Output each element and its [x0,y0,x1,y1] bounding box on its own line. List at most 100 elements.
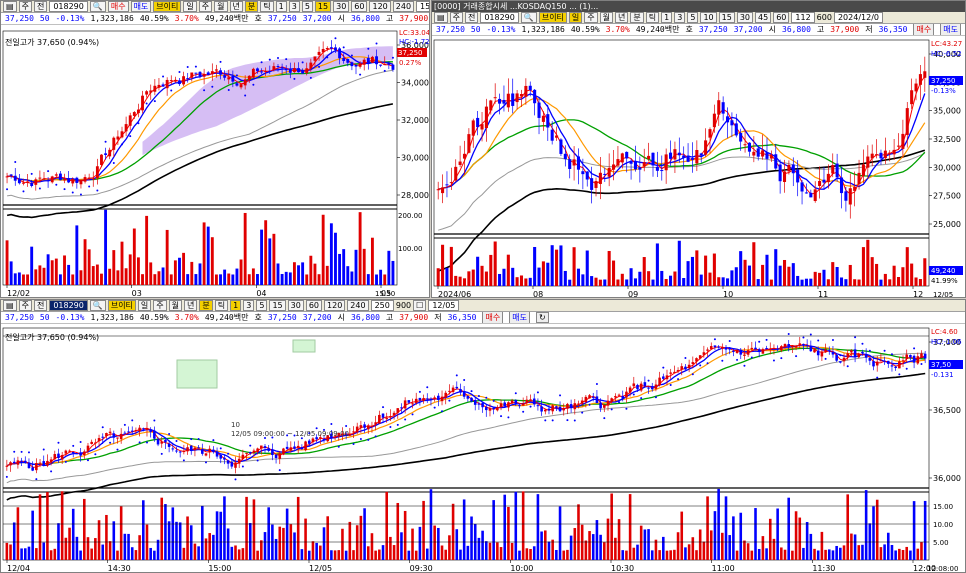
period-day[interactable]: 일 [183,1,197,12]
chart-panel-bottom[interactable]: ▤ 주 전 018290 🔍 브이티 일 주 월 년 분 틱 1 3 5 15 … [0,299,966,573]
candle-body [665,375,669,380]
stock-code-input[interactable]: 018290 [480,12,519,23]
interval-15[interactable]: 15 [314,1,332,12]
interval-45[interactable]: 45 [755,12,772,23]
interval-5[interactable]: 5 [301,1,313,12]
interval-1[interactable]: 1 [230,300,242,311]
psar-dot [359,73,362,76]
interval-60[interactable]: 60 [351,1,368,12]
interval-60[interactable]: 60 [773,12,790,23]
quote-volume: 1,323,186 [521,25,565,34]
chart-panel-topright[interactable]: [0000] 거래종합시세 ...KOSDAQ150 ... (1)... ▤ … [431,0,966,298]
period-tick[interactable]: 틱 [214,300,229,311]
interval-input[interactable]: 15 [416,1,429,12]
breet-button[interactable]: 브이티 [538,12,567,23]
sell-button[interactable]: 매도 [509,312,530,323]
interval-3[interactable]: 3 [674,12,686,23]
refresh-button[interactable]: ↻ [535,312,549,323]
volume-bar [387,250,391,285]
period-day[interactable]: 일 [568,12,583,23]
period-tick[interactable]: 틱 [260,1,274,12]
volume-bar [127,533,130,560]
count-input[interactable]: 250 [370,300,394,311]
period-min[interactable]: 분 [630,12,644,23]
sell-button[interactable]: 매도 [940,24,961,35]
interval-30[interactable]: 30 [736,12,754,23]
date-input[interactable]: 2024/12/0 [833,12,883,23]
period-day[interactable]: 일 [137,300,152,311]
date-input[interactable]: 12/05 [428,300,460,311]
chart-panel-topleft[interactable]: ▤ 주 전 018290 🔍 매수 매도 브이티 일 주 월 년 분 틱 1 3… [0,0,430,298]
interval-10[interactable]: 10 [700,12,717,23]
interval-15[interactable]: 15 [269,300,286,311]
stock-code-input[interactable]: 018290 [49,300,88,311]
stock-kind-select[interactable]: 주 [449,12,463,23]
search-icon[interactable]: 🔍 [89,300,106,311]
candle-body [470,397,473,402]
menu-icon[interactable]: ▤ [3,300,17,311]
interval-240[interactable]: 240 [347,300,369,311]
candle-body [503,402,507,407]
period-month[interactable]: 월 [168,300,183,311]
menu-icon[interactable]: ▤ [3,1,17,12]
interval-15[interactable]: 15 [718,12,735,23]
interval-60[interactable]: 60 [305,300,323,311]
interval-1[interactable]: 1 [275,1,287,12]
period-week[interactable]: 주 [153,300,167,311]
period-min[interactable]: 분 [199,300,213,311]
volume-bar [296,496,300,560]
period-year[interactable]: 년 [229,1,243,12]
candle-body [690,158,694,160]
breet-button[interactable]: 브이티 [107,300,136,311]
quote-amount: 49,240백만 [635,25,680,34]
volume-bar [632,547,636,560]
buy-button[interactable]: 매수 [913,24,935,35]
menu-icon[interactable]: ▤ [434,12,448,23]
price-chart[interactable]: 40,00037,50035,00032,50030,00027,50025,0… [432,36,965,298]
period-min[interactable]: 분 [244,1,259,12]
stock-kind-select[interactable]: 주 [18,1,32,12]
stock-kind-select[interactable]: 주 [18,300,32,311]
all-button[interactable]: 전 [33,300,48,311]
checkbox-date[interactable]: ☐ [413,300,427,311]
period-year[interactable]: 년 [615,12,629,23]
interval-30[interactable]: 30 [287,300,304,311]
buy-button[interactable]: 매수 [482,312,504,323]
volume-bar [252,499,256,560]
sell-button[interactable]: 매도 [130,1,152,12]
search-icon[interactable]: 🔍 [89,1,106,12]
candle-body [138,427,141,432]
period-month[interactable]: 월 [214,1,228,12]
interval-3[interactable]: 3 [243,300,255,311]
candle-body [370,56,374,63]
interval-1[interactable]: 1 [661,12,673,23]
count-input[interactable]: 112 [791,12,815,23]
interval-5[interactable]: 5 [256,300,268,311]
price-chart[interactable]: 36,00034,00032,00030,00028,00012/02 03 04 0… [1,25,429,298]
period-week[interactable]: 주 [198,1,213,12]
volume-bar [712,253,716,286]
all-button[interactable]: 전 [33,1,48,12]
interval-5[interactable]: 5 [687,12,699,23]
period-year[interactable]: 년 [184,300,198,311]
candle-body [480,124,484,130]
interval-240[interactable]: 240 [392,1,415,12]
stock-code-input[interactable]: 018290 [49,1,88,12]
period-month[interactable]: 월 [599,12,614,23]
period-week[interactable]: 주 [584,12,598,23]
candle-body [116,136,120,140]
candle-body [433,397,436,399]
interval-120[interactable]: 120 [324,300,346,311]
buy-button[interactable]: 매수 [107,1,129,12]
search-icon[interactable]: 🔍 [520,12,537,23]
interval-30[interactable]: 30 [333,1,350,12]
volume-bar [20,548,23,560]
candle-body [329,47,333,49]
price-chart[interactable]: 37,00036,50036,00012/04 14:30 15:00 12/05 09… [1,324,965,573]
breet-button[interactable]: 브이티 [153,1,182,12]
interval-120[interactable]: 120 [369,1,391,12]
volume-pct-label: 41.99% [931,277,958,285]
all-button[interactable]: 전 [464,12,479,23]
interval-3[interactable]: 3 [288,1,300,12]
period-tick[interactable]: 틱 [645,12,660,23]
